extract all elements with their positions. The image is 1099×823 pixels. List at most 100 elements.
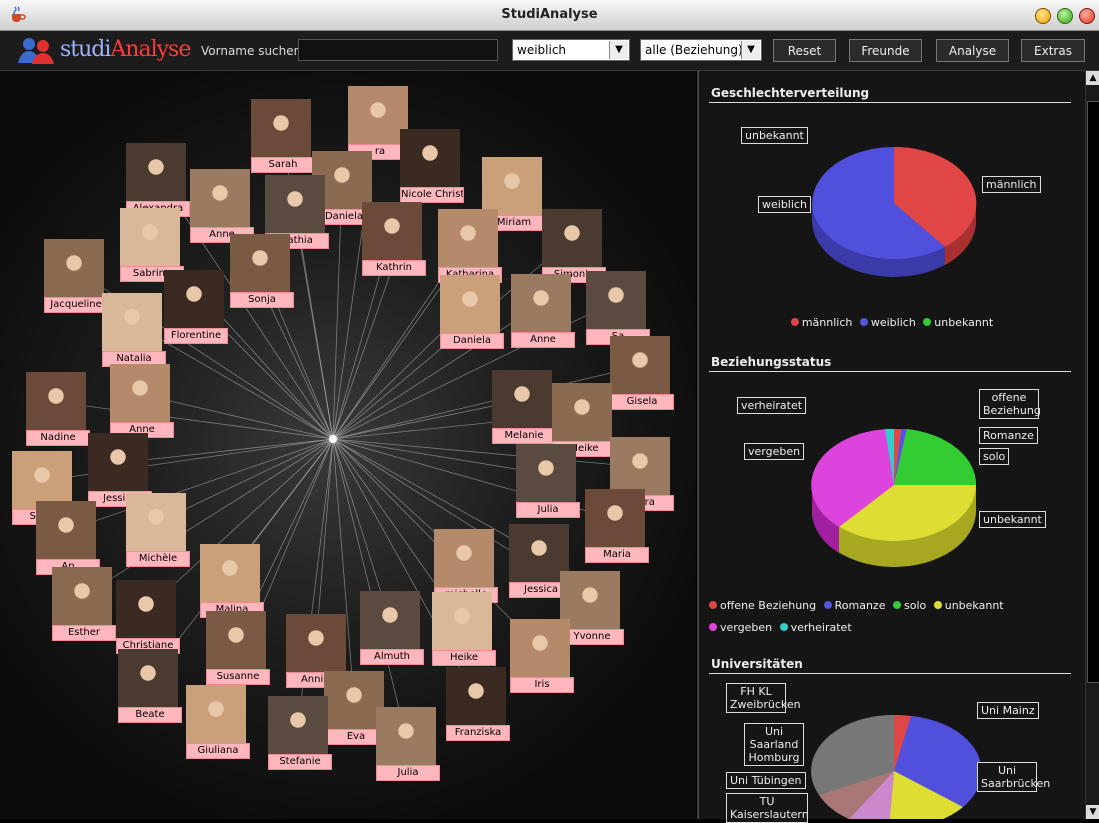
profile-photo	[44, 239, 104, 299]
person-node[interactable]: Jacqueline	[44, 239, 108, 313]
extras-button[interactable]: Extras	[1021, 39, 1085, 62]
profile-photo	[400, 129, 460, 189]
app-logo: studiAnalyse	[60, 37, 191, 62]
person-node[interactable]: Sarah	[251, 99, 315, 173]
logo-part-1: studi	[60, 37, 111, 62]
person-node[interactable]: Nadine	[26, 372, 90, 446]
panel-scrollbar[interactable]: ▲ ▼	[1085, 71, 1099, 819]
profile-photo	[446, 667, 506, 727]
profile-photo	[126, 493, 186, 553]
person-node[interactable]: Melanie	[492, 370, 556, 444]
gender-section-title: Geschlechterverteilung	[711, 86, 870, 100]
person-node[interactable]: Katharina	[438, 209, 502, 283]
person-node[interactable]: Giuliana	[186, 685, 250, 759]
person-node[interactable]: Nicole Christiane	[400, 129, 464, 203]
person-node[interactable]: Natalia	[102, 293, 166, 367]
friends-button[interactable]: Freunde	[849, 39, 922, 62]
maximize-button[interactable]	[1057, 8, 1073, 24]
person-name-label: Franziska	[446, 725, 510, 741]
university-callout-saarbruecken: Uni Saarbrücken	[977, 762, 1050, 792]
person-node[interactable]: ra	[348, 86, 412, 160]
person-node[interactable]: Eva	[324, 671, 388, 745]
profile-photo	[438, 209, 498, 269]
person-node[interactable]: Esther	[52, 567, 116, 641]
person-node[interactable]: Florentine	[164, 270, 228, 344]
person-node[interactable]: Heike	[432, 592, 496, 666]
minimize-button[interactable]	[1035, 8, 1051, 24]
person-node[interactable]: Maria	[585, 489, 649, 563]
close-button[interactable]	[1079, 8, 1095, 24]
person-node[interactable]: Sabrina	[120, 208, 184, 282]
person-node[interactable]: Almuth	[360, 591, 424, 665]
person-node[interactable]: An	[36, 501, 100, 575]
person-name-label: Nadine	[26, 430, 90, 446]
legend-label: unbekannt	[934, 316, 994, 329]
chevron-down-icon[interactable]: ▼	[741, 41, 760, 59]
person-node[interactable]: Anne	[110, 364, 174, 438]
person-name-label: Nicole Christiane	[400, 187, 464, 203]
profile-photo	[206, 611, 266, 671]
reset-button[interactable]: Reset	[773, 39, 836, 62]
person-node[interactable]: Christiane	[116, 580, 180, 654]
relationship-callout-romance: Romanze	[979, 427, 1038, 444]
person-node[interactable]: Wera	[610, 437, 674, 511]
person-node[interactable]: Alexandra	[126, 143, 190, 217]
person-name-label: Giuliana	[186, 743, 250, 759]
person-name-label: Iris	[510, 677, 574, 693]
person-node[interactable]: Anne	[190, 169, 254, 243]
person-node[interactable]: Kathrin	[362, 202, 426, 276]
person-name-label: Beate	[118, 707, 182, 723]
person-node[interactable]: michelle	[434, 529, 498, 603]
logo-people-icon	[18, 38, 54, 64]
relationship-filter-select[interactable]: alle (Beziehung) ▼	[640, 39, 762, 61]
person-node[interactable]: Meike	[552, 383, 616, 457]
person-node[interactable]: Jessika	[88, 433, 152, 507]
gender-filter-select[interactable]: weiblich ▼	[512, 39, 630, 61]
person-node[interactable]: Simonie	[542, 209, 606, 283]
person-name-label: Stefanie	[268, 754, 332, 770]
firstname-search-input[interactable]	[298, 39, 498, 61]
legend-item: unbekannt	[933, 595, 1004, 617]
profile-photo	[360, 591, 420, 651]
legend-item: offene Beziehung	[709, 595, 816, 617]
person-node[interactable]: Sa	[586, 271, 650, 345]
profile-photo	[286, 614, 346, 674]
profile-photo	[440, 275, 500, 335]
scroll-up-button[interactable]: ▲	[1086, 71, 1099, 85]
person-node[interactable]: Gisela	[610, 336, 674, 410]
person-node[interactable]: Susanne	[206, 611, 270, 685]
person-node[interactable]: Franziska	[446, 667, 510, 741]
chevron-down-icon[interactable]: ▼	[609, 41, 628, 59]
person-node[interactable]: Sonja	[230, 234, 294, 308]
person-node[interactable]: Iris	[510, 619, 574, 693]
person-node[interactable]: Stefanie	[268, 696, 332, 770]
legend-item: unbekannt	[923, 316, 993, 329]
scrollbar-thumb[interactable]	[1087, 101, 1099, 683]
social-graph-canvas[interactable]: Sarah ra Alexandra Daniela Nicole Christiane…	[0, 71, 696, 819]
person-name-label: Jacqueline	[44, 297, 108, 313]
profile-photo	[552, 383, 612, 443]
profile-photo	[164, 270, 224, 330]
profile-photo	[585, 489, 645, 549]
university-callout-mainz: Uni Mainz	[977, 702, 1039, 719]
person-node[interactable]: Miriam	[482, 157, 546, 231]
person-node[interactable]: Julia	[516, 444, 580, 518]
person-node[interactable]: Malina	[200, 544, 264, 618]
person-node[interactable]: Anne	[511, 274, 575, 348]
person-node[interactable]: Beate	[118, 649, 182, 723]
analysis-button[interactable]: Analyse	[936, 39, 1009, 62]
person-node[interactable]: Julia	[376, 707, 440, 781]
scroll-down-button[interactable]: ▼	[1086, 805, 1099, 819]
person-node[interactable]: Daniela	[440, 275, 504, 349]
profile-photo	[362, 202, 422, 262]
person-node[interactable]: Annika	[286, 614, 350, 688]
person-name-label: Melanie	[492, 428, 556, 444]
person-node[interactable]: Michèle	[126, 493, 190, 567]
gender-callout-female: weiblich	[758, 196, 811, 213]
profile-photo	[118, 649, 178, 709]
person-name-label: Almuth	[360, 649, 424, 665]
person-node[interactable]: Kathia	[265, 175, 329, 249]
profile-photo	[510, 619, 570, 679]
profile-photo	[230, 234, 290, 294]
profile-photo	[492, 370, 552, 430]
